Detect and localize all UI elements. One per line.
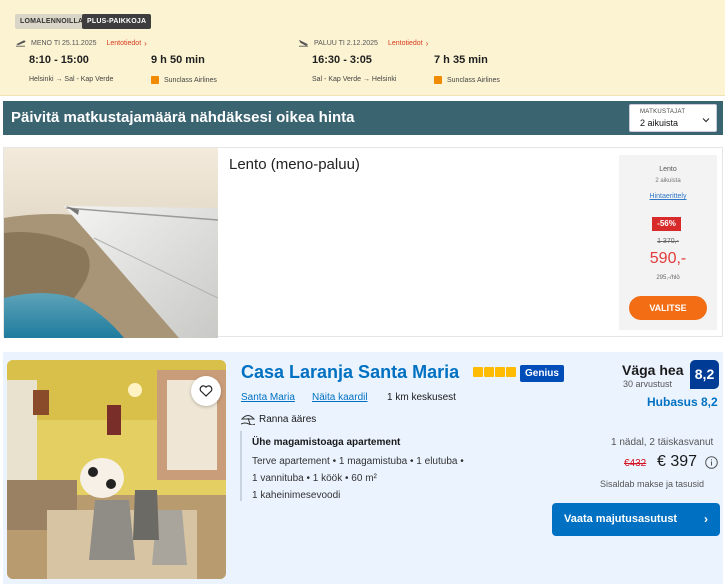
flight-card-title: Lento (meno-paluu)	[229, 156, 360, 173]
genius-badge: Genius	[520, 365, 564, 382]
star-icon	[484, 367, 494, 377]
info-icon[interactable]	[705, 456, 718, 469]
distance-from-center: 1 km keskusest	[387, 392, 456, 403]
chevron-right-icon: ›	[144, 39, 147, 48]
review-rating-word: Väga hea	[622, 362, 684, 378]
return-airline: Sunclass Airlines	[434, 76, 500, 84]
heart-icon	[199, 385, 213, 397]
update-travellers-banner: Päivitä matkustajamäärä nähdäksesi oikea…	[3, 101, 723, 135]
room-type-title: Ühe magamistoaga apartement	[252, 437, 401, 448]
outbound-flight-info-link[interactable]: Lentotiedot	[107, 40, 142, 47]
price-box-label: Lento	[659, 166, 677, 173]
flight-card: Lento (meno-paluu) Lento 2 aikuista Hint…	[3, 147, 723, 338]
hotel-new-price: € 397	[657, 453, 698, 470]
return-date-label: PALUU TI 2.12.2025	[314, 40, 378, 47]
chevron-right-icon: ›	[704, 512, 708, 526]
return-duration: 7 h 35 min	[434, 54, 488, 66]
stay-duration-info: 1 nädal, 2 täiskasvanut	[611, 437, 714, 448]
old-price: 1 370,-	[657, 238, 679, 245]
outbound-date-label: MENO TI 25.11.2025	[31, 40, 97, 47]
star-icon	[506, 367, 516, 377]
return-route: Sal - Kap Verde → Helsinki	[312, 76, 397, 83]
view-property-button[interactable]: Vaata majutusasutust ›	[552, 503, 720, 536]
discount-badge: -56%	[652, 217, 681, 231]
return-flight-info-link[interactable]: Lentotiedot	[388, 40, 423, 47]
plane-departure-icon	[16, 40, 26, 47]
review-score-badge[interactable]: 8,2	[690, 360, 719, 389]
view-property-label: Vaata majutusasutust	[564, 513, 678, 525]
outbound-airline: Sunclass Airlines	[151, 76, 217, 84]
outbound-times: 8:10 - 15:00	[29, 54, 89, 66]
beachfront-row: Ranna ääres	[241, 413, 316, 425]
hotel-name-link[interactable]: Casa Laranja Santa Maria	[241, 362, 459, 383]
holiday-flights-badge: LOMALENNOILLA	[15, 14, 89, 29]
room-detail-line: Terve apartement • 1 magamistuba • 1 elu…	[252, 456, 464, 467]
comfort-score: Hubasus 8,2	[647, 395, 718, 409]
banner-heading: Päivitä matkustajamäärä nähdäksesi oikea…	[11, 109, 355, 126]
beach-umbrella-icon	[241, 415, 255, 425]
return-times: 16:30 - 3:05	[312, 54, 372, 66]
airline-logo-icon	[151, 76, 159, 84]
outbound-route: Helsinki → Sal - Kap Verde	[29, 76, 114, 83]
flight-summary-strip: LOMALENNOILLA PLUS-PAIKKOJA MENO TI 25.1…	[0, 0, 725, 96]
outbound-airline-name: Sunclass Airlines	[164, 76, 217, 84]
show-on-map-link[interactable]: Näita kaardil	[312, 392, 368, 403]
room-detail-line: 1 kaheinimesevoodi	[252, 490, 341, 501]
flight-price-box: Lento 2 aikuista Hintaerittely -56% 1 37…	[619, 155, 717, 330]
return-header: PALUU TI 2.12.2025 Lentotiedot ›	[298, 39, 428, 48]
travellers-value: 2 aikuista	[640, 118, 679, 128]
airplane-wing-photo	[4, 148, 218, 338]
review-count: 30 arvustust	[623, 379, 673, 389]
hotel-card: Casa Laranja Santa Maria Genius Santa Ma…	[3, 352, 723, 584]
outbound-header: MENO TI 25.11.2025 Lentotiedot ›	[15, 39, 147, 48]
travellers-dropdown[interactable]: MATKUSTAJAT 2 aikuista	[629, 104, 717, 132]
star-icon	[473, 367, 483, 377]
price-breakdown-link[interactable]: Hintaerittely	[619, 193, 717, 200]
favorite-button[interactable]	[191, 376, 221, 406]
price-box-passengers: 2 aikuista	[655, 178, 681, 184]
star-icon	[495, 367, 505, 377]
outbound-duration: 9 h 50 min	[151, 54, 205, 66]
return-airline-name: Sunclass Airlines	[447, 76, 500, 84]
location-city-link[interactable]: Santa Maria	[241, 392, 295, 403]
plane-arrival-icon	[298, 39, 308, 47]
travellers-label: MATKUSTAJAT	[640, 109, 686, 115]
chevron-right-icon: ›	[425, 39, 429, 48]
hotel-photo[interactable]	[7, 360, 226, 579]
airline-logo-icon	[434, 76, 442, 84]
chevron-down-icon	[702, 118, 710, 123]
select-flight-button[interactable]: VALITSE	[629, 296, 707, 320]
plus-seats-badge: PLUS-PAIKKOJA	[82, 14, 152, 29]
beach-label: Ranna ääres	[259, 413, 317, 425]
taxes-included-note: Sisaldab makse ja tasusid	[600, 479, 705, 489]
price-per-person: 295,-/hlö	[656, 275, 680, 281]
room-divider	[240, 431, 242, 501]
star-rating	[473, 367, 517, 377]
new-price: 590,-	[649, 250, 687, 267]
room-detail-line: 1 vannituba • 1 köök • 60 m²	[252, 473, 377, 484]
hotel-old-price: €432	[624, 458, 647, 469]
